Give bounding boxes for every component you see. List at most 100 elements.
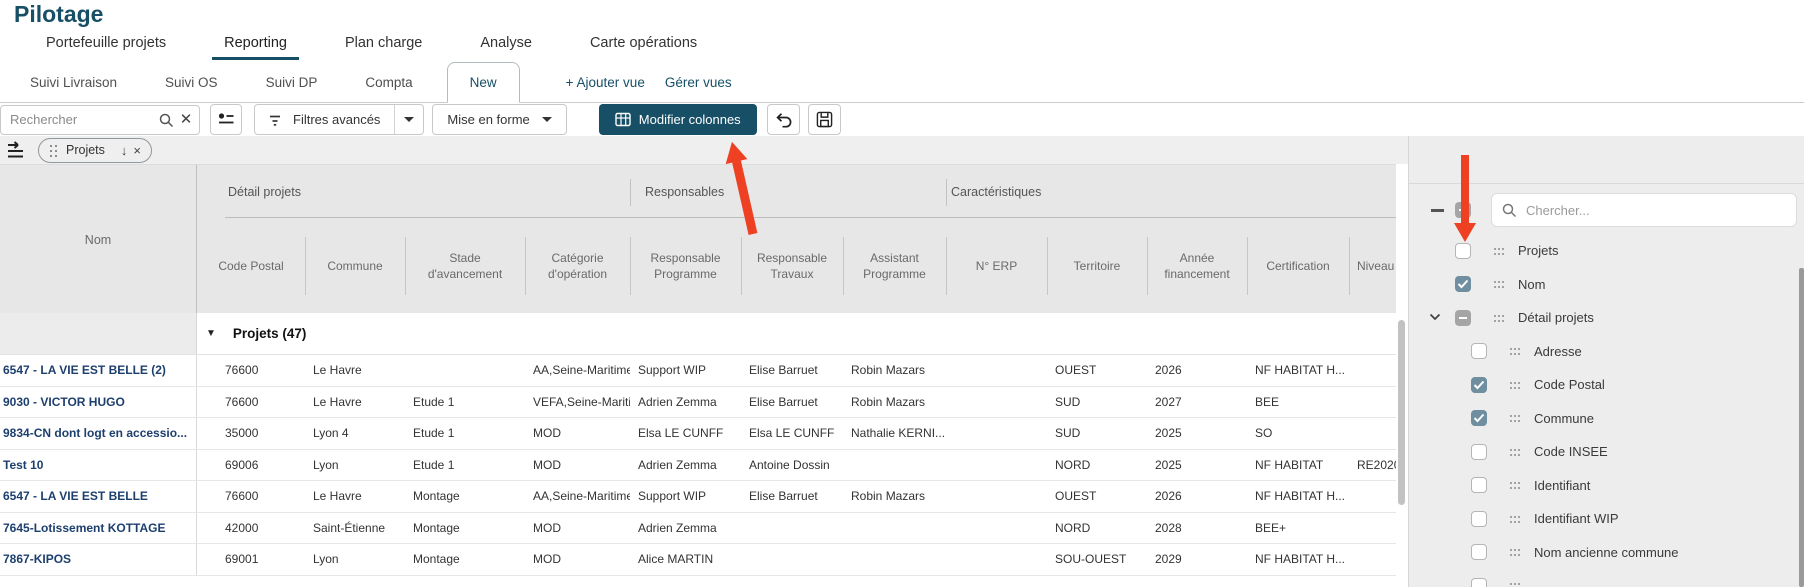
collapse-panel-minus-icon[interactable]	[1431, 209, 1444, 212]
add-view-button[interactable]: + Ajouter vue	[556, 62, 655, 102]
filters-dropdown-caret[interactable]	[395, 117, 423, 122]
drag-handle-icon[interactable]	[1493, 247, 1502, 255]
sort-descending-icon[interactable]: ↓	[121, 143, 128, 158]
drag-handle-icon[interactable]	[1493, 280, 1502, 288]
table-vertical-scrollbar[interactable]	[1398, 320, 1405, 505]
undo-button[interactable]	[766, 104, 800, 135]
column-item-adresse[interactable]: Adresse	[1409, 335, 1804, 369]
drag-handle-icon[interactable]	[1509, 548, 1518, 556]
project-name-link[interactable]: 6547 - LA VIE EST BELLE (2)	[0, 355, 197, 386]
column-header-categorie-d-operation[interactable]: Catégorie d'opération	[525, 218, 630, 313]
view-tab-suivi-os[interactable]: Suivi OS	[147, 62, 236, 102]
checkbox-detail-projets[interactable]	[1455, 309, 1471, 326]
column-header-niveau-energetique[interactable]: Niveau énergétique	[1349, 218, 1396, 313]
project-name-link[interactable]: 6547 - LA VIE EST BELLE	[0, 481, 197, 512]
checkbox-code-postal[interactable]	[1471, 376, 1487, 393]
project-name-link[interactable]: 7645-Lotissement KOTTAGE	[0, 512, 197, 543]
table-row[interactable]: Test 10 69006 Lyon Etude 1 MOD Adrien Zemma An…	[0, 449, 1396, 481]
cell-categorie-d-operation: AA,Seine-Maritime	[533, 489, 630, 504]
column-header-n-erp[interactable]: N° ERP	[946, 218, 1047, 313]
collapse-triangle-icon[interactable]: ▼	[206, 328, 216, 339]
column-header-assistant-programme[interactable]: Assistant Programme	[843, 218, 946, 313]
drag-handle-icon[interactable]	[1509, 381, 1518, 389]
column-item-detail-projets[interactable]: Détail projets	[1409, 301, 1804, 335]
column-item-code-insee[interactable]: Code INSEE	[1409, 435, 1804, 469]
column-search-input[interactable]	[1491, 193, 1797, 227]
column-item-item[interactable]	[1409, 569, 1804, 587]
drag-handle-icon[interactable]	[49, 144, 58, 157]
column-item-projets[interactable]: Projets	[1409, 234, 1804, 268]
display-options-button[interactable]	[210, 104, 242, 135]
checkbox-identifiant-wip[interactable]	[1471, 510, 1487, 527]
clear-search-icon[interactable]: ✕	[178, 111, 194, 128]
remove-group-icon[interactable]: ×	[133, 143, 141, 158]
formatting-button[interactable]: Mise en forme	[432, 104, 567, 135]
column-header-responsable-travaux[interactable]: Responsable Travaux	[741, 218, 843, 313]
group-row[interactable]: ▼ Projets (47)	[0, 313, 1396, 355]
project-name-link[interactable]: Test 10	[0, 449, 197, 480]
table-row[interactable]: 9030 - VICTOR HUGO 76600 Le Havre Etude 1 VE…	[0, 386, 1396, 418]
checkbox-code-insee[interactable]	[1471, 443, 1487, 460]
table-row[interactable]: 6547 - LA VIE EST BELLE 76600 Le Havre Mont…	[0, 481, 1396, 513]
table-row[interactable]: 6547 - LA VIE EST BELLE (2) 76600 Le Havre…	[0, 355, 1396, 387]
drag-handle-icon[interactable]	[1509, 347, 1518, 355]
column-header-responsable-programme[interactable]: Responsable Programme	[630, 218, 741, 313]
group-chip-projets[interactable]: Projets ↓ ×	[38, 137, 152, 163]
column-item-nom-ancienne-commune[interactable]: Nom ancienne commune	[1409, 536, 1804, 570]
project-name-link[interactable]: 9834-CN dont logt en accessio...	[0, 418, 197, 449]
drag-handle-icon[interactable]	[1509, 582, 1518, 587]
checkbox-nom-ancienne-commune[interactable]	[1471, 544, 1487, 561]
column-header-certification[interactable]: Certification	[1247, 218, 1349, 313]
table-row[interactable]: 7867-KIPOS 69001 Lyon Montage MOD Alice MARTI…	[0, 544, 1396, 576]
group-collapse-icon[interactable]	[6, 141, 26, 159]
table-row[interactable]: 9834-CN dont logt en accessio... 35000 Lyo…	[0, 418, 1396, 450]
checkbox-item[interactable]	[1471, 577, 1487, 587]
project-name-link[interactable]: 9030 - VICTOR HUGO	[0, 386, 197, 417]
view-tab-suivi-dp[interactable]: Suivi DP	[248, 62, 336, 102]
column-header-code-postal[interactable]: Code Postal	[197, 218, 305, 313]
column-header-stade-d-avancement[interactable]: Stade d'avancement	[405, 218, 525, 313]
column-item-code-postal[interactable]: Code Postal	[1409, 368, 1804, 402]
column-header-commune[interactable]: Commune	[305, 218, 405, 313]
column-item-nom[interactable]: Nom	[1409, 268, 1804, 302]
drag-handle-icon[interactable]	[1509, 481, 1518, 489]
tab-portefeuille-projets[interactable]: Portefeuille projets	[34, 35, 178, 60]
cell-certification: NF HABITAT H...	[1255, 552, 1346, 567]
checkbox-projets[interactable]	[1455, 242, 1471, 259]
table-row[interactable]: 7645-Lotissement KOTTAGE 42000 Saint-Étien…	[0, 512, 1396, 544]
save-button[interactable]	[807, 104, 841, 135]
panel-vertical-scrollbar[interactable]	[1799, 268, 1804, 587]
column-header-annee-financement[interactable]: Année financement	[1147, 218, 1247, 313]
drag-handle-icon[interactable]	[1493, 314, 1502, 322]
column-header-territoire[interactable]: Territoire	[1047, 218, 1147, 313]
view-tab-new[interactable]: New	[446, 62, 520, 103]
project-name-link[interactable]: 7867-KIPOS	[0, 544, 197, 575]
manage-views-button[interactable]: Gérer vues	[655, 62, 742, 102]
edit-columns-button[interactable]: Modifier colonnes	[598, 104, 757, 135]
checkbox-nom[interactable]	[1455, 276, 1471, 293]
view-tab-compta[interactable]: Compta	[347, 62, 430, 102]
checkbox-adresse[interactable]	[1471, 343, 1487, 360]
select-all-columns-checkbox[interactable]	[1455, 202, 1471, 218]
view-tab-suivi-livraison[interactable]: Suivi Livraison	[12, 62, 135, 102]
drag-handle-icon[interactable]	[1509, 515, 1518, 523]
tab-carte-operations[interactable]: Carte opérations	[578, 35, 709, 60]
tab-plan-charge[interactable]: Plan charge	[333, 35, 434, 60]
column-item-commune[interactable]: Commune	[1409, 402, 1804, 436]
chevron-down-icon[interactable]	[1429, 313, 1441, 321]
advanced-filters-button[interactable]: Filtres avancés	[254, 104, 425, 135]
cell-n-erp	[946, 450, 1047, 481]
tab-reporting[interactable]: Reporting	[212, 35, 299, 60]
column-item-identifiant-wip[interactable]: Identifiant WIP	[1409, 502, 1804, 536]
column-item-label: Commune	[1534, 410, 1594, 426]
column-header-nom[interactable]: Nom	[0, 165, 197, 313]
tab-analyse[interactable]: Analyse	[468, 35, 544, 60]
cell-n-erp	[946, 387, 1047, 418]
column-item-identifiant[interactable]: Identifiant	[1409, 469, 1804, 503]
column-item-label: Code Postal	[1534, 377, 1605, 393]
checkbox-identifiant[interactable]	[1471, 477, 1487, 494]
cell-categorie-d-operation: MOD	[533, 520, 561, 535]
drag-handle-icon[interactable]	[1509, 448, 1518, 456]
drag-handle-icon[interactable]	[1509, 414, 1518, 422]
checkbox-commune[interactable]	[1471, 410, 1487, 427]
